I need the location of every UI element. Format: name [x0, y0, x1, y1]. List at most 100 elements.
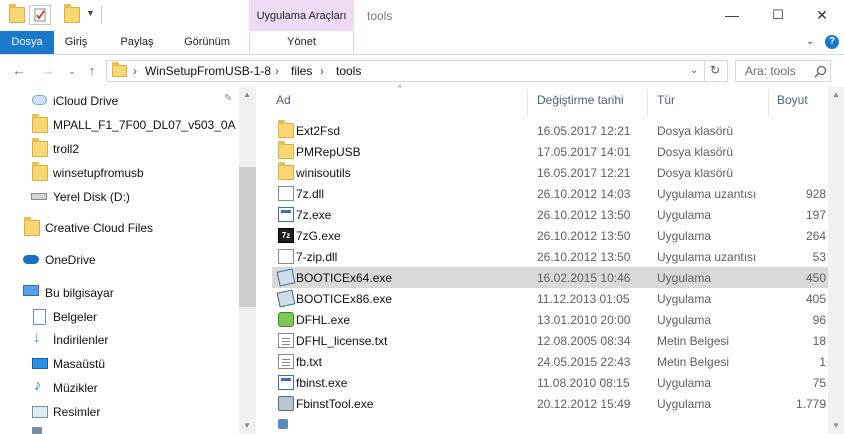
help-icon[interactable]: ? [825, 35, 839, 49]
tab-home[interactable]: Giriş [56, 31, 96, 54]
column-divider[interactable] [647, 89, 648, 117]
nav-item-downloads[interactable]: ↓ İndirilenler [0, 329, 240, 351]
file-row-dfhl-exe[interactable]: DFHL.exe 13.01.2010 20:00 Uygulama 96 [272, 309, 828, 330]
nav-item-desktop[interactable]: Masaüstü [0, 353, 240, 375]
column-size[interactable]: Boyut [777, 93, 827, 113]
file-row-fb-txt[interactable]: fb.txt 24.05.2015 22:43 Metin Belgesi 1 [272, 351, 828, 372]
navigation-pane: iCloud Drive ✎ MPALL_F1_7F00_DL07_v503_0… [0, 87, 256, 434]
desktop-icon [32, 358, 48, 369]
tab-view[interactable]: Görünüm [174, 31, 240, 54]
crumb-separator-icon[interactable]: › [320, 64, 324, 78]
nav-item-pictures[interactable]: Resimler [0, 401, 240, 423]
forward-arrow-icon[interactable]: → [40, 63, 56, 79]
nav-item-this-pc[interactable]: Bu bilgisayar [0, 282, 240, 304]
file-type: Metin Belgesi [657, 355, 730, 369]
pin-icon[interactable]: ✎ [224, 93, 232, 104]
file-row-pmrepusb[interactable]: PMRepUSB 17.05.2017 14:01 Dosya klasörü [272, 141, 828, 162]
file-date: 16.05.2017 12:21 [537, 124, 631, 138]
crumb-separator-icon[interactable]: › [133, 64, 137, 78]
up-arrow-icon[interactable]: ↑ [84, 63, 100, 79]
tab-manage[interactable]: Yönet [249, 31, 354, 54]
nav-item-troll2[interactable]: troll2 [0, 138, 240, 160]
nav-item-drive-d[interactable]: Yerel Disk (D:) [0, 186, 240, 208]
folder-icon [278, 120, 294, 138]
column-divider[interactable] [768, 89, 769, 117]
nav-item-label: Creative Cloud Files [45, 221, 154, 235]
search-input[interactable]: Ara: tools [745, 64, 796, 78]
file-type: Dosya klasörü [657, 124, 734, 138]
nav-item-documents[interactable]: Belgeler [0, 306, 240, 328]
file-list-scrollbar[interactable]: ▲ ▼ [828, 87, 844, 434]
back-arrow-icon[interactable]: ← [11, 63, 27, 79]
customize-toolbar-icon[interactable]: ▼ [86, 8, 95, 18]
scroll-up-icon[interactable]: ▲ [832, 90, 840, 99]
file-date: 11.12.2013 01:05 [537, 292, 630, 306]
nav-item-music[interactable]: ♪ Müzikler [0, 377, 240, 399]
file-name: BOOTICEx86.exe [296, 292, 393, 306]
crumb-tools[interactable]: tools [336, 64, 361, 78]
file-date: 20.12.2012 15:49 [537, 397, 631, 411]
navigation-scrollbar[interactable]: ▲ ▼ [239, 87, 256, 434]
tab-share[interactable]: Paylaş [111, 31, 163, 54]
column-date[interactable]: Değiştirme tarihi [537, 93, 647, 113]
file-row-ext2fsd[interactable]: Ext2Fsd 16.05.2017 12:21 Dosya klasörü [272, 120, 828, 141]
properties-button[interactable] [29, 5, 51, 25]
scroll-down-icon[interactable]: ▼ [832, 421, 840, 430]
file-row-winisoutils[interactable]: winisoutils 16.05.2017 12:21 Dosya klasö… [272, 162, 828, 183]
file-size: 1 [819, 355, 826, 369]
new-folder-button[interactable] [64, 4, 80, 23]
file-row-booticex64[interactable]: BOOTICEx64.exe 16.02.2015 10:46 Uygulama… [272, 267, 828, 288]
recent-locations-icon[interactable]: ⌄ [64, 63, 80, 79]
file-row-7z-exe[interactable]: 7z.exe 26.10.2012 13:50 Uygulama 197 [272, 204, 828, 225]
folder-icon [32, 162, 48, 181]
refresh-icon[interactable]: ↻ [710, 63, 720, 77]
address-bar[interactable]: › WinSetupFromUSB-1-8 › files › tools ⌄ … [106, 60, 728, 82]
tab-file[interactable]: Dosya [0, 31, 54, 54]
pictures-icon [32, 406, 48, 418]
file-name: DFHL.exe [296, 313, 351, 327]
folder-icon [112, 62, 127, 77]
folder-icon [32, 114, 48, 133]
file-row-7z-dll[interactable]: 7z.dll 26.10.2012 14:03 Uygulama uzantıs… [272, 183, 828, 204]
chevron-down-icon[interactable]: ⌄ [806, 36, 814, 47]
maximize-button[interactable]: ☐ [756, 0, 800, 30]
crumb-files[interactable]: files [291, 64, 312, 78]
minimize-button[interactable]: — [710, 0, 754, 30]
close-button[interactable]: ✕ [800, 0, 844, 30]
address-dropdown-icon[interactable]: ⌄ [690, 65, 698, 76]
bootice-icon [276, 268, 296, 287]
file-row-7-zip-dll[interactable]: 7-zip.dll 26.10.2012 13:50 Uygulama uzan… [272, 246, 828, 267]
nav-item-icloud[interactable]: iCloud Drive ✎ [0, 90, 240, 112]
crumb-winsetup[interactable]: WinSetupFromUSB-1-8 [145, 64, 271, 78]
file-name: 7zG.exe [296, 229, 341, 243]
file-name: 7z.exe [296, 208, 332, 222]
scroll-up-icon[interactable]: ▲ [243, 90, 251, 99]
scrollbar-thumb[interactable] [239, 167, 256, 307]
nav-item-label: Belgeler [53, 310, 98, 324]
crumb-separator-icon[interactable]: › [275, 64, 279, 78]
file-row-7zg-exe[interactable]: 7z 7zG.exe 26.10.2012 13:50 Uygulama 264 [272, 225, 828, 246]
file-row-booticex86[interactable]: BOOTICEx86.exe 11.12.2013 01:05 Uygulama… [272, 288, 828, 309]
file-type: Uygulama [657, 208, 712, 222]
file-type: Uygulama [657, 292, 712, 306]
file-type: Uygulama [657, 376, 712, 390]
nav-item-creative-cloud[interactable]: Creative Cloud Files [0, 217, 240, 239]
file-type: Uygulama [657, 397, 712, 411]
icloud-icon [32, 95, 47, 105]
file-row-dfhl-license[interactable]: DFHL_license.txt 12.08.2005 08:34 Metin … [272, 330, 828, 351]
file-row-fbinsttool-exe[interactable]: FbinstTool.exe 20.12.2012 15:49 Uygulama… [272, 393, 828, 414]
search-box[interactable]: Ara: tools [735, 60, 831, 82]
file-name: FbinstTool.exe [296, 397, 374, 411]
nav-item-onedrive[interactable]: OneDrive [0, 249, 240, 271]
nav-item-label: Masaüstü [53, 357, 106, 371]
search-icon[interactable] [814, 65, 827, 78]
column-name[interactable]: Ad [276, 93, 516, 113]
column-type[interactable]: Tür [657, 93, 767, 113]
scroll-down-icon[interactable]: ▼ [243, 421, 251, 430]
file-row-fbinst-exe[interactable]: fbinst.exe 11.08.2010 08:15 Uygulama 75 [272, 372, 828, 393]
nav-item-mpall[interactable]: MPALL_F1_7F00_DL07_v503_0A [0, 114, 240, 136]
column-divider[interactable] [527, 89, 528, 117]
creative-cloud-icon [24, 217, 40, 236]
file-size: 928 [805, 187, 826, 201]
nav-item-winsetupfromusb[interactable]: winsetupfromusb [0, 162, 240, 184]
